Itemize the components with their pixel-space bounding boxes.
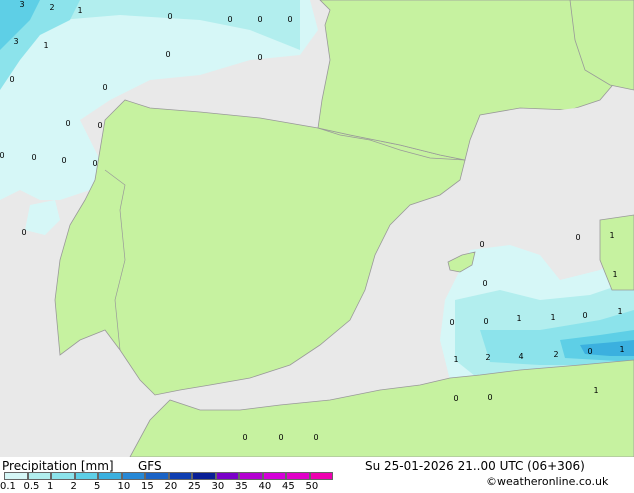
- grid-value-label: 0: [165, 50, 170, 59]
- grid-value-label: 0: [479, 240, 484, 249]
- legend-title: Precipitation [mm]: [2, 459, 114, 473]
- grid-value-label: 1: [453, 355, 458, 364]
- grid-value-label: 0: [582, 311, 587, 320]
- grid-value-label: 1: [550, 313, 555, 322]
- grid-value-label: 1: [43, 41, 48, 50]
- color-scale-swatch: [27, 472, 51, 480]
- color-scale-tick: 2: [70, 481, 77, 492]
- color-scale-swatch: [309, 472, 333, 480]
- color-scale-tick: 50: [305, 481, 319, 492]
- grid-value-label: 3: [13, 37, 18, 46]
- grid-value-label: 1: [77, 6, 82, 15]
- grid-value-label: 0: [257, 15, 262, 24]
- color-scale-tick: 1: [47, 481, 54, 492]
- color-scale-swatch: [192, 472, 216, 480]
- color-scale-tick: 45: [282, 481, 295, 492]
- grid-value-label: 0: [227, 15, 232, 24]
- credit-text: ©weatheronline.co.uk: [486, 475, 609, 488]
- grid-value-label: 0: [487, 393, 492, 402]
- grid-value-label: 0: [65, 119, 70, 128]
- color-scale-swatch: [98, 472, 122, 480]
- grid-value-label: 1: [619, 345, 624, 354]
- color-scale-tick: 30: [211, 481, 225, 492]
- grid-value-label: 0: [21, 228, 26, 237]
- color-scale-swatch: [239, 472, 263, 480]
- color-scale-swatch: [168, 472, 192, 480]
- grid-value-label: 0: [9, 75, 14, 84]
- color-scale-tick: 35: [235, 481, 248, 492]
- color-scale-swatch: [262, 472, 286, 480]
- grid-value-label: 3: [19, 0, 24, 9]
- color-scale-tick: 20: [164, 481, 178, 492]
- grid-value-label: 1: [516, 314, 521, 323]
- grid-value-label: 2: [49, 3, 54, 12]
- color-scale-tick: 40: [258, 481, 272, 492]
- grid-value-label: 0: [61, 156, 66, 165]
- color-scale-swatch: [215, 472, 239, 480]
- grid-value-label: 1: [609, 231, 614, 240]
- color-scale-swatch: [145, 472, 169, 480]
- color-scale-swatch: [74, 472, 98, 480]
- grid-value-label: 0: [257, 53, 262, 62]
- grid-value-label: 0: [92, 159, 97, 168]
- grid-value-label: 2: [553, 350, 558, 359]
- grid-value-label: 1: [593, 386, 598, 395]
- color-scale-tick: 5: [94, 481, 101, 492]
- forecast-datetime: Su 25-01-2026 21..00 UTC (06+306): [365, 459, 585, 473]
- color-scale-tick: 25: [188, 481, 201, 492]
- grid-value-label: 0: [587, 347, 592, 356]
- grid-value-label: 2: [485, 353, 490, 362]
- model-name: GFS: [138, 459, 162, 473]
- grid-value-label: 0: [449, 318, 454, 327]
- color-scale-tick: 0.5: [23, 481, 40, 492]
- grid-value-label: 0: [31, 153, 36, 162]
- grid-value-label: 0: [483, 317, 488, 326]
- grid-value-label: 0: [102, 83, 107, 92]
- color-scale-tick: 10: [117, 481, 131, 492]
- grid-value-label: 0: [97, 121, 102, 130]
- grid-value-label: 0: [242, 433, 247, 442]
- color-scale-swatch: [121, 472, 145, 480]
- grid-value-label: 0: [0, 151, 5, 160]
- color-scale-swatch: [4, 472, 28, 480]
- precipitation-map: 3 2 1 3 1 0 0 0 0 0 0 0 0 0 0 0 0 0 0 0 0 0 1 0 1 0 0 1 1 0 1 1 2 4 2 0 1 1 0 0…: [0, 0, 634, 457]
- grid-value-label: 0: [167, 12, 172, 21]
- grid-value-label: 0: [278, 433, 283, 442]
- grid-value-label: 1: [617, 307, 622, 316]
- color-scale-swatch: [286, 472, 310, 480]
- grid-value-label: 0: [575, 233, 580, 242]
- grid-value-label: 0: [287, 15, 292, 24]
- grid-value-label: 1: [612, 270, 617, 279]
- grid-value-label: 0: [453, 394, 458, 403]
- grid-value-label: 0: [482, 279, 487, 288]
- color-scale-tick: 15: [141, 481, 154, 492]
- color-scale-tick: 0.1: [0, 481, 16, 492]
- color-scale-swatch: [51, 472, 75, 480]
- grid-value-label: 0: [313, 433, 318, 442]
- grid-value-label: 4: [518, 352, 523, 361]
